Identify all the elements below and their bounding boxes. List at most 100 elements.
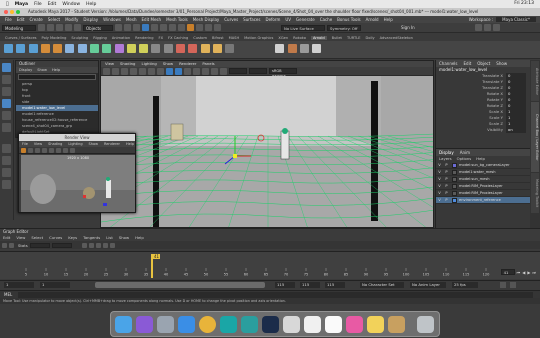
viewport-panel[interactable]: View Shading Lighting Show Renderer Pane… — [100, 60, 434, 228]
scene-view[interactable] — [101, 76, 434, 228]
shelf-tab-rendering[interactable]: Rendering — [135, 36, 153, 40]
layer-color-swatch[interactable] — [452, 184, 457, 189]
fps-dropdown[interactable]: 25 fps — [452, 282, 478, 288]
layout-four-icon[interactable] — [2, 156, 11, 165]
move-tool-icon[interactable] — [2, 99, 11, 108]
history-icon[interactable] — [178, 24, 185, 31]
play-icon[interactable]: ▶ — [527, 270, 530, 275]
layer-visibility-toggle[interactable]: V — [436, 162, 443, 168]
outliner-search-input[interactable] — [18, 74, 96, 80]
rotate-tool-icon[interactable] — [2, 111, 11, 120]
shelf-tab-fx[interactable]: FX — [159, 36, 164, 40]
isolate-select-icon[interactable] — [211, 67, 218, 75]
menu-edit-mesh[interactable]: Edit Mesh — [142, 17, 162, 22]
layer-visibility-toggle[interactable]: V — [436, 197, 443, 203]
viewport-menu-shading[interactable]: Shading — [120, 61, 135, 67]
color-space-field[interactable]: sRGB gamma — [269, 68, 297, 78]
render-menu-lighting[interactable]: Lighting — [68, 141, 82, 147]
keep-image-icon[interactable] — [49, 147, 54, 153]
workspace-selector[interactable]: Workspace : Maya Classic* — [469, 16, 536, 23]
layer-playback-toggle[interactable]: P — [443, 183, 450, 189]
sign-in-button[interactable]: Sign In — [401, 25, 415, 30]
manipulator-handle[interactable] — [282, 128, 288, 134]
render-icon[interactable] — [21, 147, 26, 153]
select-hierarchy-icon[interactable] — [115, 24, 122, 31]
layer-playback-toggle[interactable]: P — [443, 197, 450, 203]
skydome-icon[interactable] — [212, 44, 222, 53]
select-tool-icon[interactable] — [2, 63, 11, 72]
menu-create[interactable]: Create — [29, 17, 42, 22]
go-to-end-icon[interactable]: ⏭ — [532, 270, 536, 275]
mail-icon[interactable] — [283, 316, 300, 333]
smooth-shade-icon[interactable] — [175, 67, 182, 75]
extrude-icon[interactable] — [89, 44, 99, 53]
shadows-icon[interactable] — [202, 67, 209, 75]
auto-key-icon[interactable] — [500, 282, 506, 288]
app-menu[interactable]: Maya — [15, 2, 28, 7]
layer-visibility-toggle[interactable]: V — [436, 176, 443, 182]
launchpad-icon[interactable] — [157, 316, 174, 333]
maya-icon[interactable] — [220, 316, 237, 333]
menu-file[interactable]: File — [5, 17, 12, 22]
outliner-menu-help[interactable]: Help — [52, 67, 60, 73]
mac-menu-window[interactable]: Window — [62, 2, 80, 7]
side-tab-modeling-toolkit[interactable]: Modeling Toolkit — [531, 173, 539, 213]
shelf-tab-advancedskeleton[interactable]: AdvancedSkeleton — [380, 36, 413, 40]
go-to-start-icon[interactable]: ⏮ — [517, 270, 521, 275]
menu-set-dropdown[interactable]: Modeling — [2, 24, 36, 31]
start-frame-field[interactable]: 1 — [4, 282, 34, 288]
current-frame-field[interactable]: 41 — [500, 269, 515, 275]
outliner-menu-display[interactable]: Display — [19, 67, 32, 73]
tangent-flat-icon[interactable] — [102, 242, 108, 248]
viewport-menu-lighting[interactable]: Lighting — [141, 61, 156, 67]
render-menu-file[interactable]: File — [22, 141, 28, 147]
layer-row[interactable]: V Pmodel1:water_mesh — [436, 169, 530, 176]
side-tab-channel-box[interactable]: Channel Box / Layer Editor — [531, 102, 539, 172]
graph-menu-show[interactable]: Show — [119, 235, 129, 241]
graph-menu-select[interactable]: Select — [31, 235, 43, 241]
remove-image-icon[interactable] — [56, 147, 61, 153]
textured-icon[interactable] — [184, 67, 191, 75]
end-frame-field-2[interactable]: 115 — [325, 282, 345, 288]
range-slider-bar[interactable] — [95, 282, 265, 288]
close-window-button[interactable] — [4, 10, 8, 14]
render-menu-renderer[interactable]: Renderer — [104, 141, 120, 147]
nurbs-sphere-icon[interactable] — [4, 44, 13, 53]
menu-windows[interactable]: Windows — [103, 17, 121, 22]
resolution-gate-icon[interactable] — [157, 67, 164, 75]
rebuild-icon[interactable] — [151, 44, 161, 53]
menu-uv[interactable]: UV — [285, 17, 291, 22]
channel-menu-edit[interactable]: Edit — [464, 60, 472, 67]
layer-color-swatch[interactable] — [452, 191, 457, 196]
bevel-icon[interactable] — [114, 44, 124, 53]
render-menu-shading[interactable]: Shading — [48, 141, 62, 147]
layer-playback-toggle[interactable]: P — [443, 169, 450, 175]
render-image[interactable]: 1920 x 1080 — [21, 155, 135, 212]
custom-shelf-icon-1[interactable] — [275, 44, 285, 53]
snap-curve-icon[interactable] — [151, 24, 158, 31]
zoom-window-button[interactable] — [16, 10, 20, 14]
layer-visibility-toggle[interactable]: V — [436, 169, 443, 175]
redo-icon[interactable] — [74, 24, 81, 31]
layer-visibility-toggle[interactable]: V — [436, 183, 443, 189]
hypershade-icon[interactable] — [214, 24, 221, 31]
shelf-tab-fx-caching[interactable]: FX Caching — [168, 36, 188, 40]
snapshot-icon[interactable] — [42, 147, 47, 153]
snap-plane-icon[interactable] — [169, 24, 176, 31]
image-plane-icon[interactable] — [130, 67, 137, 75]
new-scene-icon[interactable] — [38, 24, 45, 31]
preview-icon[interactable] — [388, 316, 405, 333]
menu-edit[interactable]: Edit — [17, 17, 25, 22]
itunes-icon[interactable] — [346, 316, 363, 333]
tangent-step-icon[interactable] — [109, 242, 115, 248]
outliner-menu-show[interactable]: Show — [37, 67, 47, 73]
snap-grid-icon[interactable] — [142, 24, 149, 31]
stats-field-1[interactable] — [29, 242, 50, 248]
channel-menu-object[interactable]: Object — [477, 60, 490, 67]
layout-graph-icon[interactable] — [2, 180, 11, 189]
shelf-tab-poly[interactable]: Poly Modeling — [42, 36, 67, 40]
film-gate-icon[interactable] — [148, 67, 155, 75]
layer-playback-toggle[interactable]: P — [443, 162, 450, 168]
graph-menu-curves[interactable]: Curves — [49, 235, 62, 241]
layer-row[interactable]: V Pmodel:sun_mesh — [436, 176, 530, 183]
